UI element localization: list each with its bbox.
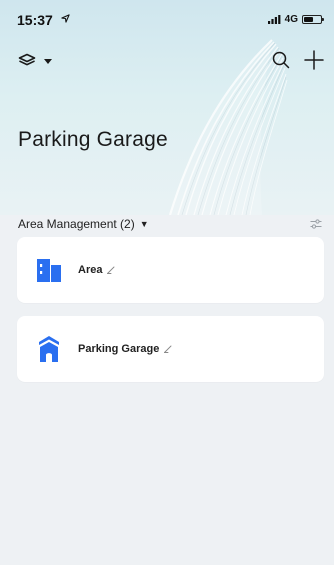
edit-icon[interactable] (107, 266, 115, 274)
building-icon (36, 258, 62, 282)
page-title: Parking Garage (18, 128, 168, 151)
search-icon[interactable] (272, 51, 290, 69)
layer-switcher[interactable] (18, 53, 52, 69)
layers-icon[interactable] (18, 53, 36, 69)
edit-icon[interactable] (164, 345, 172, 353)
signal-icon (267, 15, 281, 24)
status-time: 15:37 (17, 12, 53, 28)
list-item-label: Area (78, 264, 103, 276)
section-label: Area Management (2) (18, 217, 135, 231)
filter-icon[interactable] (310, 217, 322, 235)
network-type: 4G (284, 14, 298, 25)
battery-icon (302, 15, 324, 24)
garage-icon (36, 336, 62, 362)
list-item-area[interactable]: Area (17, 237, 324, 303)
list-item-label: Parking Garage (78, 343, 160, 355)
section-caret-icon[interactable]: ▼ (140, 219, 149, 229)
status-indicators: 4G (267, 14, 324, 25)
caret-down-icon[interactable] (44, 58, 52, 64)
section-header: Area Management (2) ▼ (18, 216, 322, 232)
add-icon[interactable] (304, 50, 324, 70)
location-arrow-icon (61, 14, 70, 23)
header-actions (272, 50, 324, 70)
list-item-parking-garage[interactable]: Parking Garage (17, 316, 324, 382)
status-bar: 15:37 4G (0, 0, 334, 42)
